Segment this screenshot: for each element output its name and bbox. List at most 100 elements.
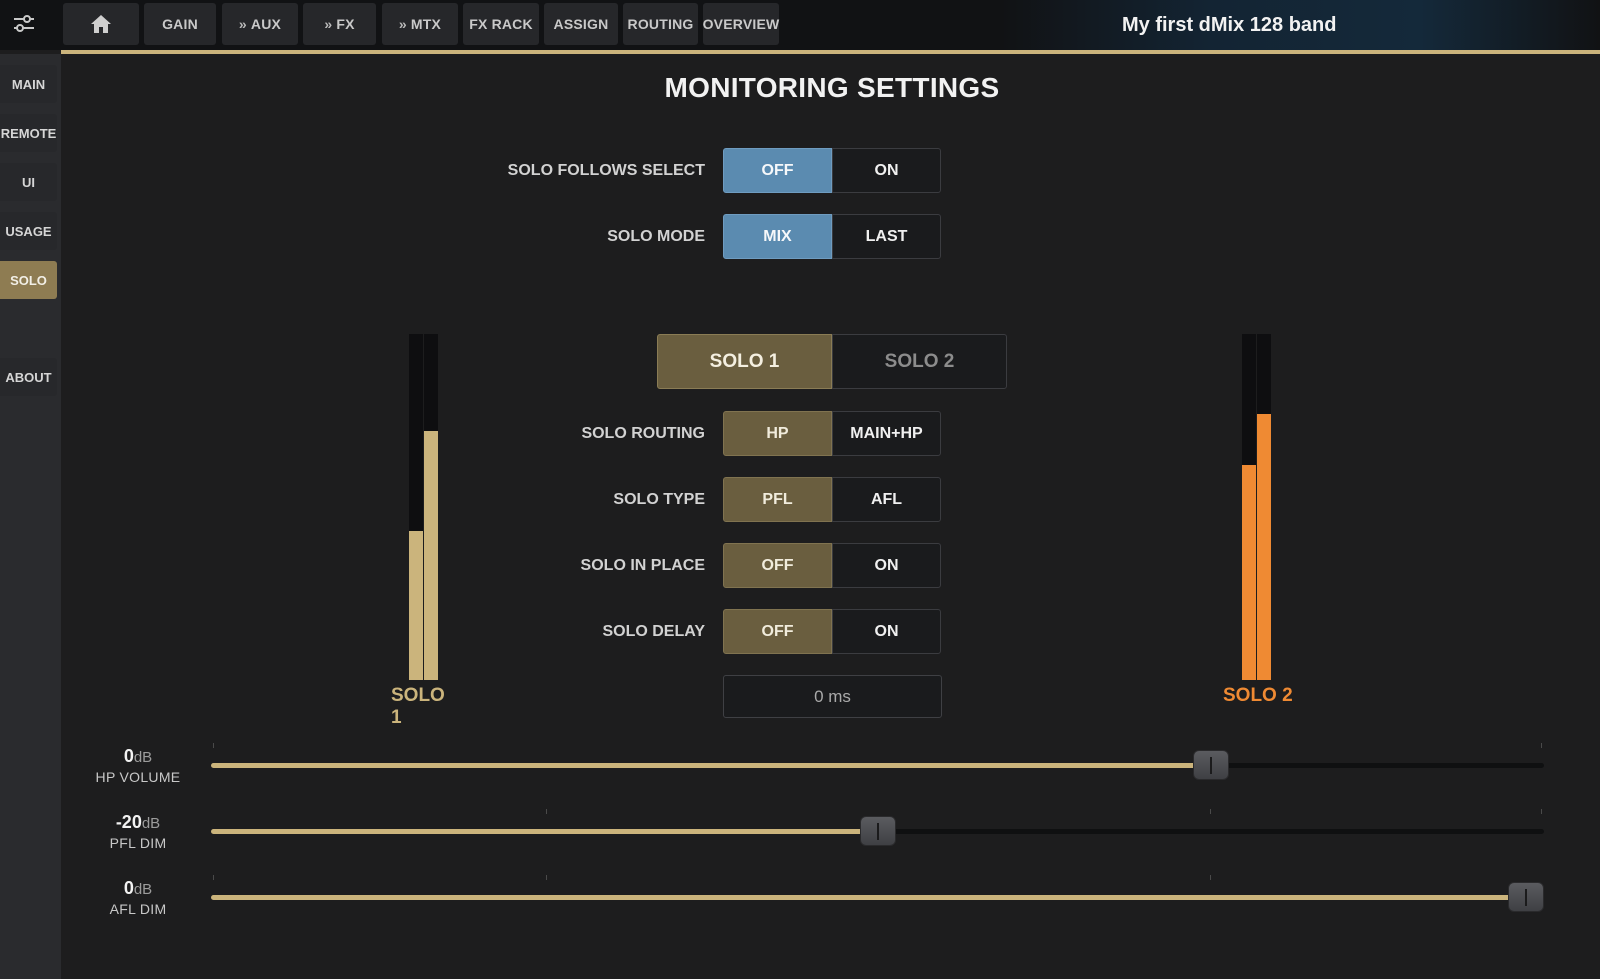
tab-label: ASSIGN	[553, 16, 609, 32]
solo-routing-label: SOLO ROUTING	[581, 425, 705, 442]
scale-tick	[546, 809, 547, 814]
meter-level	[424, 430, 438, 680]
accent-divider	[61, 50, 1600, 54]
pfl-dim-readout: -20dB	[78, 812, 198, 833]
sliders-icon[interactable]	[0, 0, 48, 48]
sidebar-item-remote[interactable]: REMOTE	[0, 114, 57, 152]
scale-tick	[213, 875, 214, 880]
band-name: My first dMix 128 band	[1122, 14, 1337, 36]
solo-2-meter-right	[1257, 334, 1271, 680]
slider-fill	[211, 763, 1211, 768]
slider-handle[interactable]	[1508, 882, 1544, 912]
solo-mode-label: SOLO MODE	[607, 228, 705, 245]
double-chevron-right-icon: »	[324, 16, 333, 32]
solo-in-place-toggle: OFF ON	[723, 543, 942, 588]
solo-follows-select-on-button[interactable]: ON	[832, 148, 941, 193]
meter-level	[1242, 465, 1256, 680]
tab-label: FX RACK	[469, 16, 533, 32]
scale-tick	[546, 875, 547, 880]
tab-label: GAIN	[162, 16, 198, 32]
tab-label: FX	[336, 16, 355, 32]
tab-routing[interactable]: ROUTING	[623, 3, 698, 45]
afl-dim-slider[interactable]	[211, 882, 1544, 912]
afl-dim-label: AFL DIM	[109, 901, 167, 917]
solo-type-label: SOLO TYPE	[613, 491, 705, 508]
scale-tick	[1210, 809, 1211, 814]
solo-follows-select-label: SOLO FOLLOWS SELECT	[507, 162, 705, 179]
sidebar-item-usage[interactable]: USAGE	[0, 212, 57, 250]
tab-assign[interactable]: ASSIGN	[544, 3, 618, 45]
page-title: MONITORING SETTINGS	[664, 72, 1000, 103]
sidebar-item-ui[interactable]: UI	[0, 163, 57, 201]
solo-1-meter-label: SOLO 1	[391, 685, 445, 728]
solo-delay-on-button[interactable]: ON	[832, 609, 941, 654]
solo-mode-toggle: MIX LAST	[723, 214, 942, 259]
solo-in-place-label: SOLO IN PLACE	[580, 557, 705, 574]
tab-label: OVERVIEW	[702, 16, 780, 32]
tab-fx-rack[interactable]: FX RACK	[463, 3, 539, 45]
pfl-dim-slider[interactable]	[211, 816, 1544, 846]
band-title-bar: My first dMix 128 band	[1000, 0, 1600, 50]
solo-delay-toggle: OFF ON	[723, 609, 942, 654]
slider-handle[interactable]	[859, 816, 896, 846]
scale-tick	[1210, 875, 1211, 880]
solo-mode-mix-button[interactable]: MIX	[723, 214, 832, 259]
afl-dim-value: 0	[123, 878, 134, 898]
solo-in-place-on-button[interactable]: ON	[832, 543, 941, 588]
home-icon	[91, 15, 111, 33]
hp-volume-readout: 0dB	[78, 746, 198, 767]
hp-volume-label: HP VOLUME	[95, 769, 181, 785]
sidebar-item-label: SOLO	[10, 272, 47, 288]
home-button[interactable]	[63, 3, 139, 45]
meter-level	[1257, 413, 1271, 680]
solo-2-meter-left	[1242, 334, 1256, 680]
tab-mtx[interactable]: » MTX	[382, 3, 458, 45]
tab-solo-1[interactable]: SOLO 1	[657, 334, 832, 389]
pfl-dim-unit: dB	[141, 815, 161, 832]
top-nav-bar: GAIN » AUX » FX » MTX FX RACK ASSIGN ROU…	[0, 0, 1600, 54]
settings-sidebar: MAIN REMOTE UI USAGE SOLO ABOUT	[0, 54, 61, 979]
sidebar-item-label: ABOUT	[5, 369, 52, 385]
slider-fill	[211, 895, 1544, 900]
solo-delay-label: SOLO DELAY	[602, 623, 705, 640]
pfl-dim-value: -20	[115, 812, 142, 832]
solo-1-meter-right	[424, 334, 438, 680]
solo-mode-last-button[interactable]: LAST	[832, 214, 941, 259]
tab-label: AUX	[250, 16, 282, 32]
solo-routing-hp-button[interactable]: HP	[723, 411, 832, 456]
solo-delay-value-field[interactable]: 0 ms	[723, 675, 942, 718]
hp-volume-slider[interactable]	[211, 750, 1544, 780]
tab-solo-2[interactable]: SOLO 2	[832, 334, 1007, 389]
solo-routing-toggle: HP MAIN+HP	[723, 411, 942, 456]
tab-gain[interactable]: GAIN	[144, 3, 216, 45]
solo-in-place-off-button[interactable]: OFF	[723, 543, 832, 588]
tab-label: MTX	[410, 16, 442, 32]
hp-volume-unit: dB	[133, 749, 153, 766]
sidebar-item-label: USAGE	[5, 223, 52, 239]
solo-follows-select-off-button[interactable]: OFF	[723, 148, 832, 193]
slider-fill	[211, 829, 878, 834]
solo-2-meter-label: SOLO 2	[1223, 685, 1293, 706]
afl-dim-readout: 0dB	[78, 878, 198, 899]
pfl-dim-label: PFL DIM	[109, 835, 167, 851]
double-chevron-right-icon: »	[238, 16, 247, 32]
sidebar-item-about[interactable]: ABOUT	[0, 358, 57, 396]
solo-routing-main-hp-button[interactable]: MAIN+HP	[832, 411, 941, 456]
solo-type-pfl-button[interactable]: PFL	[723, 477, 832, 522]
meter-level	[409, 531, 423, 680]
solo-delay-off-button[interactable]: OFF	[723, 609, 832, 654]
sidebar-item-solo[interactable]: SOLO	[0, 261, 57, 299]
scale-tick	[213, 743, 214, 748]
double-chevron-right-icon: »	[398, 16, 407, 32]
afl-dim-unit: dB	[133, 881, 153, 898]
solo-follows-select-toggle: OFF ON	[723, 148, 942, 193]
tab-label: ROUTING	[627, 16, 694, 32]
tab-aux[interactable]: » AUX	[222, 3, 298, 45]
tab-fx[interactable]: » FX	[303, 3, 376, 45]
solo-1-meter-left	[409, 334, 423, 680]
sidebar-item-label: REMOTE	[0, 125, 57, 141]
solo-type-afl-button[interactable]: AFL	[832, 477, 941, 522]
solo-bus-tabs: SOLO 1 SOLO 2	[657, 334, 1008, 389]
tab-overview[interactable]: OVERVIEW	[703, 3, 779, 45]
slider-handle[interactable]	[1192, 750, 1229, 780]
